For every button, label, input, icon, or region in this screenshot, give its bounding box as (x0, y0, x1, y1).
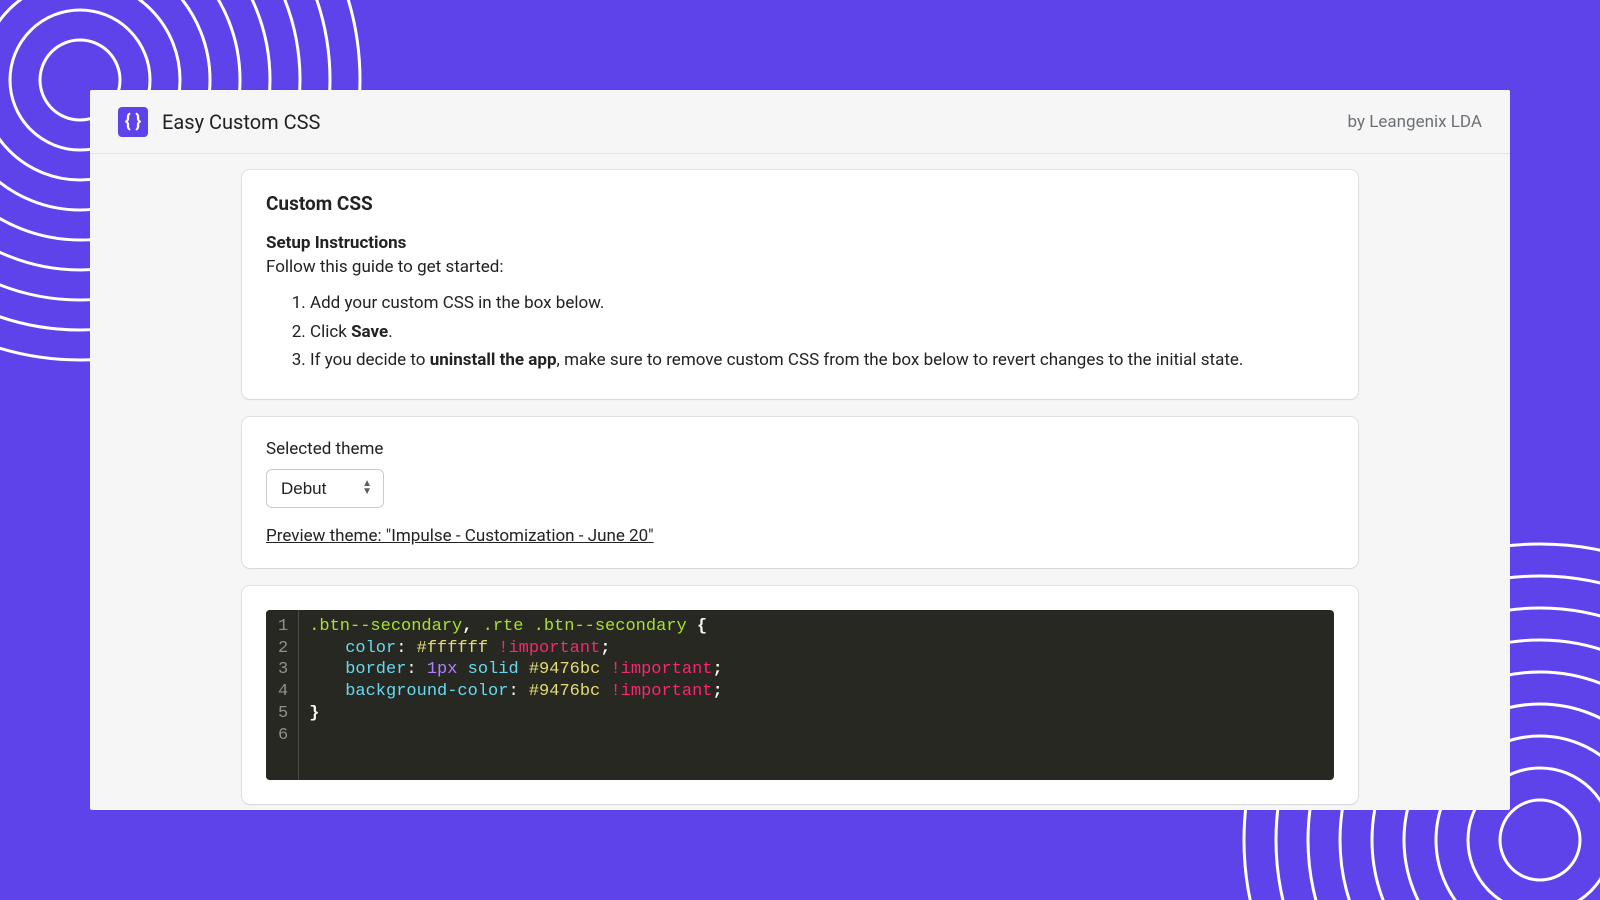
line-number: 2 (276, 638, 290, 660)
editor-card: 1 2 3 4 5 6 .btn--secondary, .rte .btn--… (242, 586, 1358, 804)
line-number: 3 (276, 659, 290, 681)
code-colon: : (406, 660, 426, 679)
setup-heading: Setup Instructions (266, 233, 1334, 253)
code-hex: #9476bc (529, 660, 600, 679)
app-header: { } Easy Custom CSS by Leangenix LDA (90, 90, 1510, 154)
editor-code-lines[interactable]: .btn--secondary, .rte .btn--secondary { … (299, 610, 1334, 780)
app-title: Easy Custom CSS (162, 110, 320, 134)
app-byline: by Leangenix LDA (1348, 112, 1482, 132)
code-property: color (345, 639, 396, 658)
code-colon: : (396, 639, 416, 658)
code-hex: #ffffff (417, 639, 488, 658)
code-semicolon: ; (713, 660, 723, 679)
app-window: { } Easy Custom CSS by Leangenix LDA Cus… (90, 90, 1510, 810)
code-brace-open: { (687, 617, 707, 636)
setup-subtext: Follow this guide to get started: (266, 257, 1334, 277)
css-code-editor[interactable]: 1 2 3 4 5 6 .btn--secondary, .rte .btn--… (266, 610, 1334, 780)
setup-step-2: Click Save. (310, 320, 1334, 345)
step-2-suffix: . (388, 322, 392, 342)
code-important: !important (610, 682, 712, 701)
instructions-card: Custom CSS Setup Instructions Follow thi… (242, 170, 1358, 399)
step-1-text: Add your custom CSS in the box below. (310, 293, 604, 313)
app-logo-icon: { } (118, 107, 148, 137)
line-number: 5 (276, 703, 290, 725)
code-hex: #9476bc (529, 682, 600, 701)
app-logo-glyph: { } (125, 111, 141, 132)
app-header-left: { } Easy Custom CSS (118, 107, 320, 137)
setup-steps-list: Add your custom CSS in the box below. Cl… (266, 291, 1334, 373)
step-2-prefix: Click (310, 322, 351, 342)
preview-theme-link[interactable]: Preview theme: "Impulse - Customization … (266, 526, 654, 546)
code-colon: : (508, 682, 528, 701)
code-important: !important (610, 660, 712, 679)
theme-label: Selected theme (266, 439, 1334, 459)
step-3-bold: uninstall the app (430, 350, 557, 370)
code-brace-close: } (309, 704, 319, 723)
code-number: 1px (427, 660, 458, 679)
step-2-bold: Save (351, 322, 388, 342)
card-title: Custom CSS (266, 192, 1334, 215)
theme-select-wrap: Debut ▲▼ (266, 469, 384, 508)
setup-step-3: If you decide to uninstall the app, make… (310, 348, 1334, 373)
editor-gutter: 1 2 3 4 5 6 (266, 610, 299, 780)
theme-select[interactable]: Debut (266, 469, 384, 508)
step-3-prefix: If you decide to (310, 350, 430, 370)
line-number: 4 (276, 681, 290, 703)
code-selector: .btn--secondary (309, 617, 462, 636)
line-number: 1 (276, 616, 290, 638)
code-value: solid (468, 660, 519, 679)
content-area: Custom CSS Setup Instructions Follow thi… (90, 154, 1510, 804)
setup-step-1: Add your custom CSS in the box below. (310, 291, 1334, 316)
code-important: !important (498, 639, 600, 658)
code-property: background-color (345, 682, 508, 701)
line-number: 6 (276, 725, 290, 747)
step-3-suffix: , make sure to remove custom CSS from th… (557, 350, 1244, 370)
code-property: border (345, 660, 406, 679)
theme-card: Selected theme Debut ▲▼ Preview theme: "… (242, 417, 1358, 568)
code-selector: .rte .btn--secondary (483, 617, 687, 636)
code-comma: , (462, 617, 482, 636)
code-semicolon: ; (713, 682, 723, 701)
code-semicolon: ; (600, 639, 610, 658)
